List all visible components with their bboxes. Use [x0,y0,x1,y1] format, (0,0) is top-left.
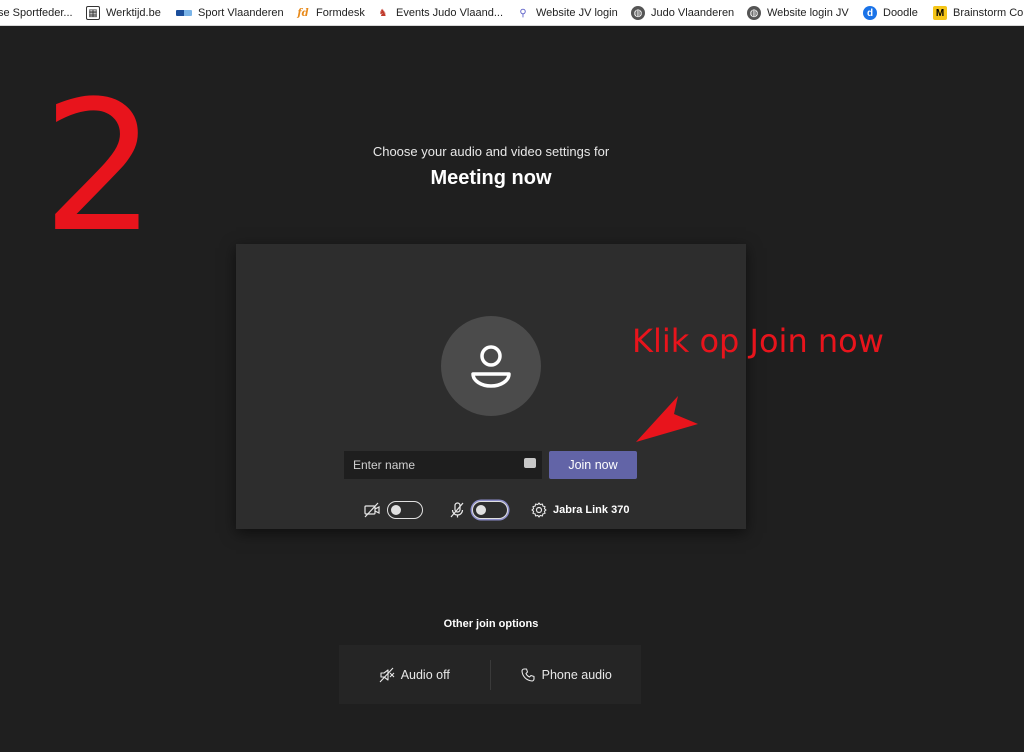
bookmark-events-judo[interactable]: ♞ Events Judo Vlaand... [376,0,504,25]
prejoin-subtitle: Choose your audio and video settings for [372,144,610,159]
bookmark-website-jv-login[interactable]: ⚲ Website JV login [516,0,618,25]
bookmark-formdesk[interactable]: fd Formdesk [296,0,365,25]
person-icon: ⚲ [519,7,527,19]
hint-annotation: Klik op Join now [632,322,884,360]
bookmark-website-login-jv[interactable]: ◍ Website login JV [747,0,849,25]
bookmark-werktijd[interactable]: ▦ Werktijd.be [86,0,161,25]
toggle-knob [391,504,401,515]
sport-vlaanderen-icon [176,10,192,16]
meeting-title: Meeting now [430,167,552,189]
audio-off-option[interactable]: Audio off [339,645,490,704]
avatar [441,316,541,416]
bookmark-label: se Sportfeder... [0,7,73,19]
name-input[interactable] [344,451,542,479]
gear-icon[interactable] [530,501,548,519]
bookmark-judo-vlaanderen[interactable]: ◍ Judo Vlaanderen [631,0,735,25]
bookmark-label: Brainstorm Cor [953,7,1024,19]
audio-off-label: Audio off [400,667,450,682]
bookmarks-bar: se Sportfeder... ▦ Werktijd.be Sport Vla… [0,0,1024,26]
bookmark-label: Werktijd.be [106,7,161,19]
brainstorm-icon: M [933,6,947,20]
phone-audio-option[interactable]: Phone audio [491,645,642,704]
keyboard-icon [524,458,536,468]
bookmark-label: Events Judo Vlaand... [396,7,504,19]
mic-toggle[interactable] [472,501,508,519]
bookmark-label: Website JV login [536,7,618,19]
camera-toggle[interactable] [387,501,423,519]
camera-off-icon [364,502,380,518]
mic-off-icon [450,502,464,518]
speaker-off-icon [379,667,395,682]
bookmark-label: Formdesk [316,7,365,19]
toggle-knob [476,504,486,515]
globe-icon: ◍ [747,6,761,20]
bookmark-label: Judo Vlaanderen [651,7,735,19]
doodle-icon: d [863,6,877,20]
arrow-annotation-icon [636,396,698,442]
bookmark-sport-vlaanderen[interactable]: Sport Vlaanderen [176,0,284,25]
globe-icon: ◍ [631,6,645,20]
bookmark-label: Website login JV [767,7,849,19]
bookmark-label: Sport Vlaanderen [198,7,284,19]
bookmark-brainstorm[interactable]: M Brainstorm Cor [933,0,1024,25]
bookmark-doodle[interactable]: d Doodle [863,0,918,25]
formdesk-icon: fd [297,7,309,19]
join-now-button[interactable]: Join now [549,451,637,479]
calendar-icon: ▦ [86,6,100,20]
bookmark-sportfederatie[interactable]: se Sportfeder... [0,0,73,25]
events-icon: ♞ [378,7,388,19]
user-icon [471,345,511,388]
other-join-options: Audio off Phone audio [339,645,641,704]
phone-icon [521,667,535,682]
bookmark-label: Doodle [883,7,918,19]
device-settings-label[interactable]: Jabra Link 370 [553,504,629,516]
prejoin-panel: Join now Jabra Link 370 [236,244,746,529]
phone-audio-label: Phone audio [541,667,612,682]
other-join-options-label: Other join options [443,618,539,630]
